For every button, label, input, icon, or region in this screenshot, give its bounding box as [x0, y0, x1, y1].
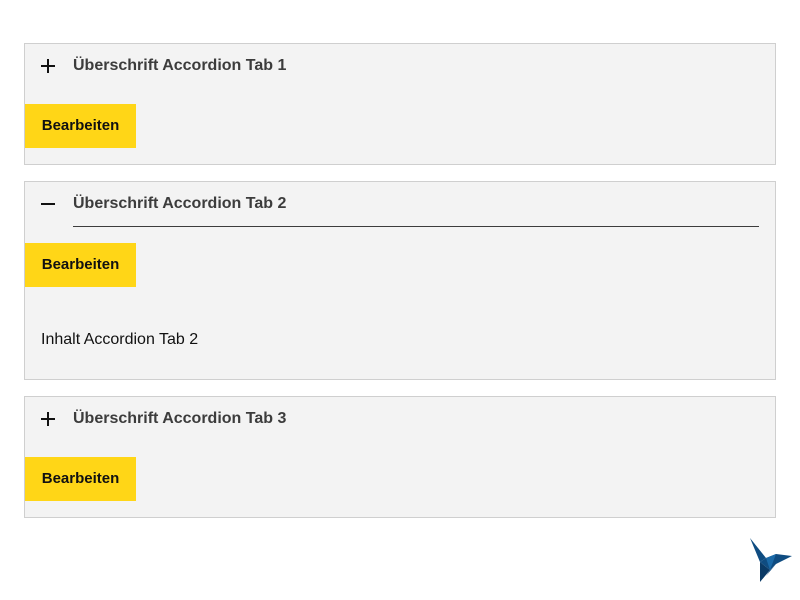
accordion-tab-2-content: Inhalt Accordion Tab 2 — [41, 331, 199, 348]
plus-icon[interactable] — [40, 411, 56, 427]
title-underline-divider — [73, 226, 759, 227]
accordion-tab-3: Überschrift Accordion Tab 3 Bearbeiten — [24, 396, 776, 518]
accordion-tab-1-header[interactable]: Überschrift Accordion Tab 1 — [25, 44, 775, 90]
accordion-tab-1-title[interactable]: Überschrift Accordion Tab 1 — [73, 57, 286, 75]
edit-button-tab-2[interactable]: Bearbeiten — [25, 243, 136, 287]
edit-button-tab-3[interactable]: Bearbeiten — [25, 457, 136, 501]
plus-icon[interactable] — [40, 58, 56, 74]
accordion-tab-2: Überschrift Accordion Tab 2 Bearbeiten I… — [24, 181, 776, 380]
page: Überschrift Accordion Tab 1 Bearbeiten Ü… — [0, 0, 800, 600]
accordion-tab-3-header[interactable]: Überschrift Accordion Tab 3 — [25, 397, 775, 443]
edit-button-tab-1[interactable]: Bearbeiten — [25, 104, 136, 148]
minus-icon[interactable] — [40, 196, 56, 212]
accordion-tab-1: Überschrift Accordion Tab 1 Bearbeiten — [24, 43, 776, 165]
accordion-tab-2-title[interactable]: Überschrift Accordion Tab 2 — [73, 195, 286, 213]
accordion-tab-3-title[interactable]: Überschrift Accordion Tab 3 — [73, 410, 286, 428]
hummingbird-logo-icon — [750, 538, 792, 582]
accordion-tab-2-header[interactable]: Überschrift Accordion Tab 2 — [25, 182, 775, 228]
